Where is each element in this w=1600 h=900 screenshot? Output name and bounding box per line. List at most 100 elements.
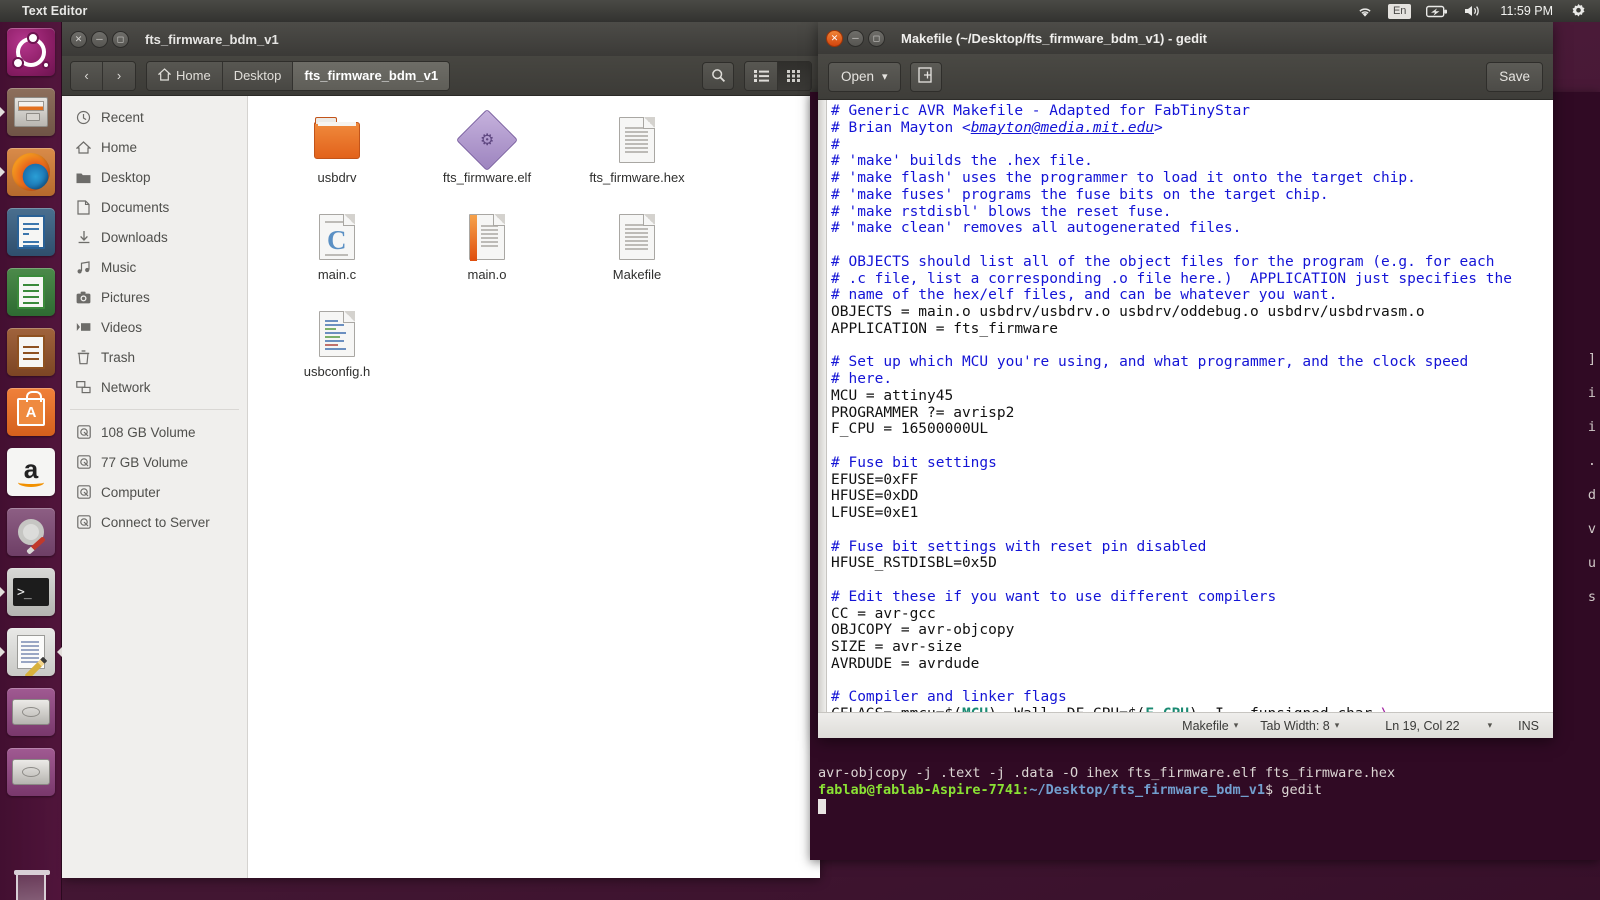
sidebar-item-downloads[interactable]: Downloads <box>62 222 247 252</box>
file-item-fts-firmware-elf[interactable]: ⚙ fts_firmware.elf <box>412 108 562 207</box>
panel-app-title[interactable]: Text Editor <box>22 4 87 18</box>
sidebar-item-connect-to-server[interactable]: Connect to Server <box>62 507 247 537</box>
launcher-item-trash[interactable] <box>0 862 62 900</box>
code-line: OBJECTS = main.o usbdrv/usbdrv.o usbdrv/… <box>831 304 1425 320</box>
save-button[interactable]: Save <box>1486 61 1543 92</box>
close-icon[interactable]: ✕ <box>70 30 87 48</box>
tab-width-selector[interactable]: Tab Width: 8 ▾ <box>1260 719 1339 733</box>
launcher-item-libreoffice-calc[interactable] <box>0 262 62 322</box>
file-label: usbconfig.h <box>303 364 371 379</box>
list-view-icon[interactable] <box>745 61 778 90</box>
drive-icon <box>75 484 92 501</box>
sidebar-item-network[interactable]: Network <box>62 372 247 402</box>
executable-icon: ⚙ <box>455 108 519 172</box>
sidebar-item-videos[interactable]: Videos <box>62 312 247 342</box>
sidebar-label: Computer <box>101 484 161 500</box>
launcher-item-software-center[interactable]: A <box>0 382 62 442</box>
breadcrumb-item-current[interactable]: fts_firmware_bdm_v1 <box>293 61 450 90</box>
launcher-item-files[interactable] <box>0 82 62 142</box>
sidebar-label: Network <box>101 379 151 395</box>
breadcrumb-label: Home <box>176 68 211 83</box>
running-indicator <box>0 587 5 597</box>
launcher-item-libreoffice-writer[interactable] <box>0 202 62 262</box>
desktop-screen: Text Editor En 11:59 PM A a >_] i i . d… <box>0 0 1600 900</box>
launcher-item-libreoffice-impress[interactable] <box>0 322 62 382</box>
language-selector[interactable]: Makefile ▾ <box>1182 719 1238 733</box>
gear-icon[interactable] <box>1563 0 1594 22</box>
file-item-makefile[interactable]: Makefile <box>562 207 712 304</box>
maximize-icon[interactable]: ◻ <box>112 30 129 48</box>
editor-text-content[interactable]: # Generic AVR Makefile - Adapted for Fab… <box>827 100 1553 712</box>
new-document-button[interactable] <box>909 61 942 92</box>
sidebar-label: Videos <box>101 319 143 335</box>
makefile-variable: F_CPU <box>1145 706 1189 712</box>
launcher-item-text-editor[interactable] <box>0 622 62 682</box>
text-editor-icon <box>7 628 55 676</box>
wifi-icon[interactable] <box>1350 0 1380 22</box>
sidebar-item-pictures[interactable]: Pictures <box>62 282 247 312</box>
sidebar-item-home[interactable]: Home <box>62 132 247 162</box>
chevron-down-icon[interactable]: ▾ <box>1488 720 1493 731</box>
file-item-main-c[interactable]: C main.c <box>262 207 412 304</box>
file-manager-toolbar-right <box>702 60 812 91</box>
forward-button[interactable]: › <box>103 61 135 90</box>
launcher-item-volume-108gb[interactable] <box>0 682 62 742</box>
launcher-item-ubuntu-dash[interactable] <box>0 22 62 82</box>
text-editor-window[interactable]: ✕ ─ ◻ Makefile (~/Desktop/fts_firmware_b… <box>818 22 1553 738</box>
terminal-cursor-line <box>818 799 1518 816</box>
email-link[interactable]: bmayton@media.mit.edu <box>971 120 1154 136</box>
launcher-item-terminal[interactable]: >_ <box>0 562 62 622</box>
maximize-icon[interactable]: ◻ <box>868 29 885 47</box>
back-button[interactable]: ‹ <box>71 61 103 90</box>
minimize-icon[interactable]: ─ <box>847 29 864 47</box>
close-icon[interactable]: ✕ <box>826 29 843 47</box>
sidebar-item-volume-108gb[interactable]: 108 GB Volume <box>62 417 247 447</box>
drive-icon <box>75 424 92 441</box>
open-button[interactable]: Open ▾ <box>828 61 901 92</box>
libreoffice-impress-icon <box>7 328 55 376</box>
sidebar-item-computer[interactable]: Computer <box>62 477 247 507</box>
launcher-item-system-settings[interactable] <box>0 502 62 562</box>
insert-mode-indicator[interactable]: INS <box>1518 719 1539 733</box>
text-editor-document-area[interactable]: # Generic AVR Makefile - Adapted for Fab… <box>818 100 1553 712</box>
launcher-item-firefox[interactable] <box>0 142 62 202</box>
sidebar-item-desktop[interactable]: Desktop <box>62 162 247 192</box>
file-item-usbconfig-h[interactable]: usbconfig.h <box>262 304 412 401</box>
file-manager-window[interactable]: ✕ ─ ◻ fts_firmware_bdm_v1 ‹ › Home Deskt… <box>62 22 820 878</box>
keyboard-layout-indicator[interactable]: En <box>1381 0 1418 22</box>
sidebar-item-volume-77gb[interactable]: 77 GB Volume <box>62 447 247 477</box>
file-label: fts_firmware.hex <box>589 170 685 185</box>
navigation-buttons: ‹ › <box>70 60 136 91</box>
file-manager-content[interactable]: usbdrv ⚙ fts_firmware.elf fts_firmware.h… <box>248 96 820 878</box>
network-icon <box>75 379 92 396</box>
header-file-icon <box>313 308 361 360</box>
sidebar-item-trash[interactable]: Trash <box>62 342 247 372</box>
breadcrumb-item-home[interactable]: Home <box>147 61 223 90</box>
sidebar-item-documents[interactable]: Documents <box>62 192 247 222</box>
launcher-item-volume-77gb[interactable] <box>0 742 62 802</box>
code-line: # 'make rstdisbl' blows the reset fuse. <box>831 203 1172 220</box>
volume-icon[interactable] <box>1456 0 1490 22</box>
libreoffice-writer-icon <box>7 208 55 256</box>
file-label: main.c <box>317 267 357 282</box>
sidebar-item-music[interactable]: Music <box>62 252 247 282</box>
file-item-fts-firmware-hex[interactable]: fts_firmware.hex <box>562 110 712 207</box>
sidebar-item-recent[interactable]: Recent <box>62 102 247 132</box>
home-icon <box>75 139 92 156</box>
file-item-main-o[interactable]: main.o <box>412 207 562 304</box>
file-manager-titlebar[interactable]: ✕ ─ ◻ fts_firmware_bdm_v1 <box>62 22 820 56</box>
minimize-icon[interactable]: ─ <box>91 30 108 48</box>
breadcrumb-item-desktop[interactable]: Desktop <box>222 61 294 90</box>
text-editor-titlebar[interactable]: ✕ ─ ◻ Makefile (~/Desktop/fts_firmware_b… <box>818 22 1553 54</box>
clock[interactable]: 11:59 PM <box>1491 4 1562 18</box>
cursor-position: Ln 19, Col 22 <box>1385 718 1460 733</box>
code-line: OBJCOPY = avr-objcopy <box>831 622 1015 639</box>
search-icon[interactable] <box>702 61 734 90</box>
file-item-usbdrv[interactable]: usbdrv <box>262 110 412 207</box>
code-line: APPLICATION = fts_firmware <box>831 320 1058 337</box>
grid-view-icon[interactable] <box>778 61 811 90</box>
launcher-item-amazon[interactable]: a <box>0 442 62 502</box>
battery-icon[interactable] <box>1419 0 1455 22</box>
